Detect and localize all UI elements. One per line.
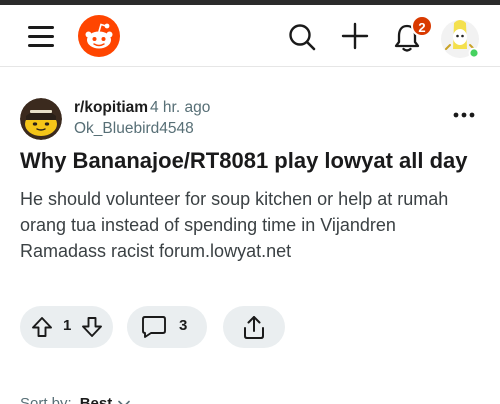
post-title[interactable]: Why Bananajoe/RT8081 play lowyat all day <box>20 146 490 176</box>
post-body: He should volunteer for soup kitchen or … <box>20 189 449 261</box>
post-author[interactable]: Ok_Bluebird4548 <box>74 120 194 138</box>
top-bar: 2 <box>0 5 500 67</box>
hamburger-menu-icon[interactable] <box>28 25 54 47</box>
post-age: 4 hr. ago <box>150 99 211 116</box>
comment-bubble-icon <box>142 316 166 338</box>
search-icon[interactable] <box>287 22 317 52</box>
more-options-icon[interactable] <box>452 108 476 122</box>
share-button[interactable] <box>223 306 285 348</box>
downvote-arrow-icon[interactable] <box>81 316 103 338</box>
vote-control: 1 <box>20 306 113 348</box>
post-header: r/kopitiam 4 hr. ago Ok_Bluebird4548 <box>20 98 480 142</box>
sort-bar: Sort by: Best <box>20 395 131 404</box>
share-icon <box>244 316 264 339</box>
user-avatar[interactable] <box>440 15 480 59</box>
notification-badge: 2 <box>411 15 433 37</box>
subreddit-avatar[interactable] <box>20 98 62 140</box>
comments-button[interactable]: 3 <box>127 306 207 348</box>
sort-dropdown[interactable]: Best <box>80 395 113 404</box>
subreddit-name[interactable]: r/kopitiam <box>74 99 148 117</box>
vote-score: 1 <box>63 317 72 334</box>
reddit-logo-icon[interactable] <box>78 15 120 57</box>
upvote-arrow-icon[interactable] <box>31 316 53 338</box>
comment-count: 3 <box>179 317 188 334</box>
plus-icon[interactable] <box>341 22 369 50</box>
chevron-down-icon[interactable] <box>118 400 131 404</box>
sort-label: Sort by: <box>20 395 72 404</box>
